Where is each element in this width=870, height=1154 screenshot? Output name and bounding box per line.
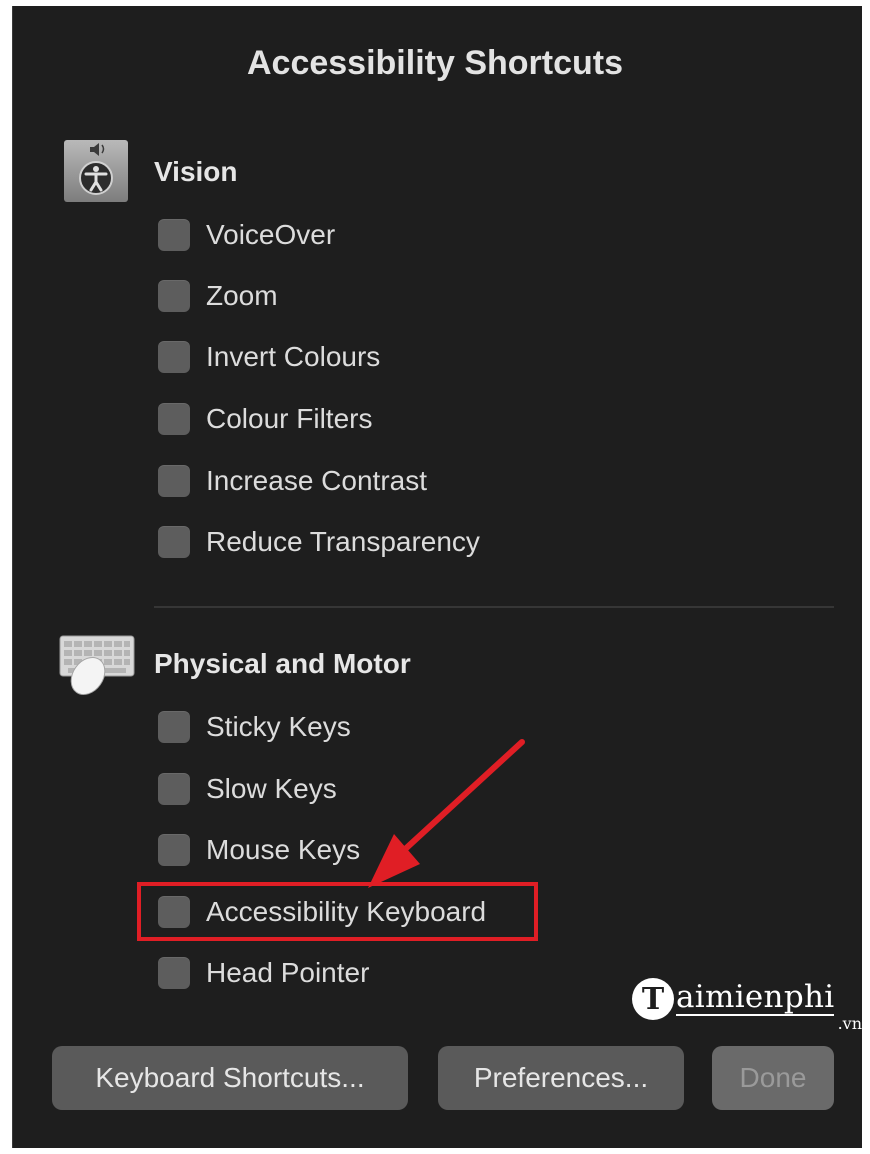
checkbox[interactable]: [158, 957, 190, 989]
checkbox-label: Increase Contrast: [206, 465, 427, 496]
keyboard-shortcuts-button[interactable]: Keyboard Shortcuts...: [52, 1046, 408, 1110]
checkbox-row-zoom[interactable]: Zoom: [158, 279, 278, 313]
checkbox[interactable]: [158, 341, 190, 373]
checkbox-row-sticky-keys[interactable]: Sticky Keys: [158, 710, 351, 744]
checkbox-row-increase-contrast[interactable]: Increase Contrast: [158, 464, 427, 498]
keyboard-mouse-icon: [58, 632, 136, 696]
checkbox[interactable]: [158, 773, 190, 805]
checkbox[interactable]: [158, 403, 190, 435]
checkbox-label: VoiceOver: [206, 219, 336, 250]
watermark-suffix: .vn: [837, 1014, 862, 1033]
checkbox[interactable]: [158, 834, 190, 866]
checkbox-label: Colour Filters: [206, 403, 373, 434]
done-button[interactable]: Done: [712, 1046, 834, 1110]
checkbox-label: Sticky Keys: [206, 711, 351, 742]
watermark-name: aimienphi: [676, 979, 835, 1016]
checkbox[interactable]: [158, 711, 190, 743]
checkbox[interactable]: [158, 526, 190, 558]
checkbox-row-reduce-transparency[interactable]: Reduce Transparency: [158, 525, 480, 559]
checkbox-row-slow-keys[interactable]: Slow Keys: [158, 772, 337, 806]
checkbox[interactable]: [158, 280, 190, 312]
checkbox-label: Invert Colours: [206, 341, 381, 372]
dialog-title: Accessibility Shortcuts: [246, 44, 623, 82]
checkbox-row-mouse-keys[interactable]: Mouse Keys: [158, 833, 360, 867]
checkbox-row-invert-colours[interactable]: Invert Colours: [158, 340, 380, 374]
red-arrow-icon: [350, 738, 540, 903]
section-divider: [154, 606, 834, 608]
section-title-vision: Vision: [154, 156, 238, 187]
checkbox-label: Slow Keys: [206, 773, 337, 804]
checkbox-row-head-pointer[interactable]: Head Pointer: [158, 956, 369, 990]
checkbox-label: Head Pointer: [206, 957, 370, 988]
checkbox[interactable]: [158, 465, 190, 497]
checkbox[interactable]: [158, 219, 190, 251]
checkbox-label: Reduce Transparency: [206, 526, 480, 557]
checkbox-label: Zoom: [206, 280, 278, 311]
section-title-physical-motor: Physical and Motor: [154, 648, 411, 679]
checkbox-row-voiceover[interactable]: VoiceOver: [158, 218, 335, 252]
preferences-button[interactable]: Preferences...: [438, 1046, 684, 1110]
checkbox-label: Mouse Keys: [206, 834, 361, 865]
watermark-letter: T: [632, 978, 674, 1020]
accessibility-person-icon: [64, 140, 128, 202]
dialog-panel: [12, 6, 862, 1148]
checkbox-row-colour-filters[interactable]: Colour Filters: [158, 402, 372, 436]
watermark-logo: T aimienphi .vn: [632, 978, 862, 1038]
